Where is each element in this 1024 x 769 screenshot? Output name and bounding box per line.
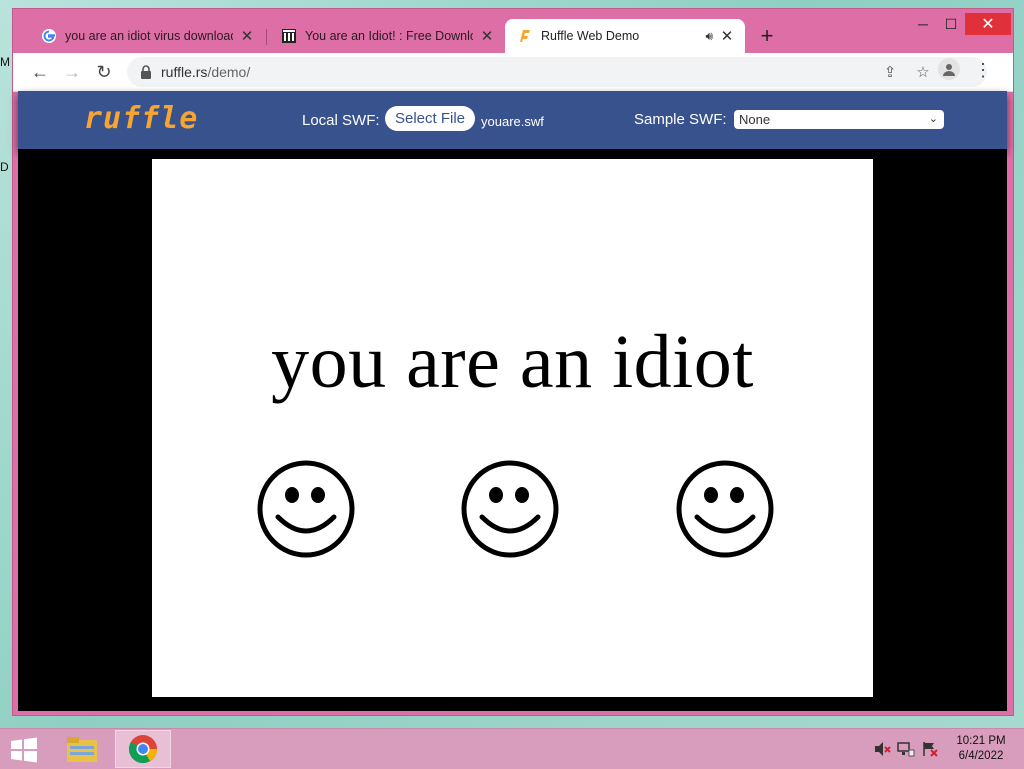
archive-icon — [281, 28, 297, 44]
close-tab-icon[interactable]: ✕ — [479, 28, 495, 45]
back-icon[interactable]: ← — [27, 59, 53, 85]
selected-file-name: youare.swf — [481, 114, 544, 129]
windows-start-icon[interactable] — [10, 737, 38, 763]
tab-ruffle-demo[interactable]: Ruffle Web Demo 🔊︎ ✕ — [505, 19, 745, 53]
chrome-taskbar-icon[interactable] — [115, 730, 171, 768]
maximize-icon[interactable]: ☐ — [937, 13, 965, 35]
action-center-flag-icon[interactable] — [921, 741, 939, 757]
flash-stage[interactable]: you are an idiot — [152, 159, 873, 697]
chevron-down-icon: ⌄ — [928, 113, 938, 125]
window-controls: ─ ☐ ✕ — [909, 13, 1011, 41]
tab-title: You are an Idiot! : Free Download — [305, 29, 473, 43]
address-bar[interactable]: ruffle.rs/demo/ ⇪ ☆ — [127, 57, 987, 87]
sample-swf-value: None — [739, 112, 771, 127]
ruffle-icon — [517, 28, 533, 44]
bookmark-star-icon[interactable]: ☆ — [913, 62, 933, 82]
url-text: ruffle.rs/demo/ — [161, 64, 251, 80]
close-window-icon[interactable]: ✕ — [965, 13, 1011, 35]
speaker-icon[interactable]: 🔊︎ — [705, 29, 713, 44]
smiley-face-icon — [676, 460, 774, 558]
local-swf-label: Local SWF: — [302, 112, 380, 129]
tab-archive[interactable]: You are an Idiot! : Free Download ✕ — [269, 19, 505, 53]
ruffle-header: ruffle Local SWF: Select File youare.swf… — [18, 91, 1007, 149]
tab-separator — [266, 29, 267, 45]
sample-swf-select[interactable]: None ⌄ — [734, 110, 944, 129]
tab-title: you are an idiot virus download — [65, 29, 233, 43]
smiley-face-icon — [461, 460, 559, 558]
sample-swf-label: Sample SWF: — [634, 111, 727, 128]
menu-dots-icon[interactable]: ⋮ — [973, 58, 993, 82]
share-icon[interactable]: ⇪ — [880, 62, 900, 82]
clock-time: 10:21 PM — [956, 735, 1006, 747]
clock-date: 6/4/2022 — [958, 750, 1004, 762]
tab-title: Ruffle Web Demo — [541, 29, 640, 43]
file-explorer-icon[interactable] — [54, 730, 110, 768]
ruffle-logo[interactable]: ruffle — [84, 101, 198, 136]
google-icon — [41, 28, 57, 44]
browser-window: you are an idiot virus download ✕ You ar… — [12, 8, 1014, 716]
tab-google-search[interactable]: you are an idiot virus download ✕ — [29, 19, 265, 53]
taskbar-clock[interactable]: 10:21 PM 6/4/2022 — [946, 734, 1016, 764]
close-tab-icon[interactable]: ✕ — [719, 28, 735, 45]
volume-muted-icon[interactable] — [873, 741, 891, 757]
tab-strip: you are an idiot virus download ✕ You ar… — [13, 9, 1013, 53]
select-file-button[interactable]: Select File — [385, 106, 475, 131]
desktop-edge-icon: D — [0, 160, 9, 174]
smiley-face-icon — [257, 460, 355, 558]
minimize-icon[interactable]: ─ — [909, 13, 937, 35]
desktop-edge-icon: M — [0, 55, 10, 69]
network-icon[interactable] — [897, 741, 915, 757]
profile-avatar-icon[interactable] — [938, 58, 960, 80]
page-content: ruffle Local SWF: Select File youare.swf… — [18, 91, 1007, 711]
browser-toolbar: ← → ↻ ruffle.rs/demo/ ⇪ ☆ ⋮ — [13, 53, 1013, 92]
new-tab-button[interactable]: + — [755, 25, 779, 49]
lock-icon — [139, 64, 155, 80]
taskbar: 10:21 PM 6/4/2022 — [0, 728, 1024, 769]
stage-text: you are an idiot — [271, 320, 754, 404]
reload-icon[interactable]: ↻ — [91, 59, 117, 85]
close-tab-icon[interactable]: ✕ — [239, 28, 255, 45]
forward-icon[interactable]: → — [59, 59, 85, 85]
